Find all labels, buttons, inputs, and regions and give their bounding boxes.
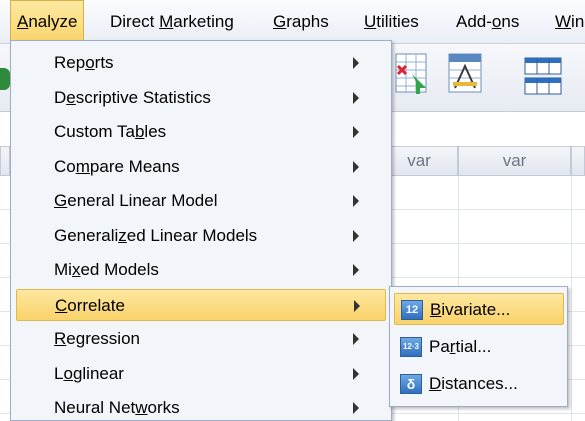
menu-graphs-mnemonic: G [273, 12, 287, 31]
menu-bar: Analyze Direct Marketing Graphs Utilitie… [0, 0, 585, 44]
select-cases-icon[interactable] [392, 52, 432, 96]
menu-analyze-mnemonic: A [17, 12, 29, 31]
menu-item-neural-networks[interactable]: Neural Networks [16, 392, 386, 421]
menu-window-mnemonic: W [555, 12, 572, 31]
toolbar-edge-icon [0, 68, 10, 90]
submenu-arrow-icon [353, 402, 359, 414]
menu-item-label: Custom Tables [54, 122, 167, 141]
menu-item-label: General Linear Model [54, 191, 218, 210]
menu-utilities[interactable]: Utilities [364, 0, 419, 44]
split-file-icon[interactable] [523, 52, 563, 96]
submenu-item-partial[interactable]: 12·3 Partial... [394, 331, 564, 363]
partial-icon: 12·3 [400, 337, 422, 357]
distances-icon: δ [400, 374, 422, 394]
menu-item-compare-means[interactable]: Compare Means [16, 151, 386, 183]
menu-item-mixed-models[interactable]: Mixed Models [16, 254, 386, 286]
analyze-menu: Reports Descriptive Statistics Custom Ta… [10, 40, 392, 421]
bivariate-icon: 12 [401, 300, 423, 320]
submenu-item-label: Bivariate... [430, 300, 511, 319]
menu-graphs[interactable]: Graphs [273, 0, 329, 44]
submenu-arrow-icon [353, 126, 359, 138]
menu-item-label: Compare Means [54, 157, 180, 176]
menu-utilities-mnemonic: U [364, 12, 377, 31]
grid-col-line [571, 176, 572, 421]
menu-item-reports[interactable]: Reports [16, 47, 386, 79]
menu-utilities-label: tilities [376, 12, 419, 31]
menu-add-ons[interactable]: Add-ons [456, 0, 519, 44]
submenu-item-distances[interactable]: δ Distances... [394, 368, 564, 400]
menu-item-custom-tables[interactable]: Custom Tables [16, 116, 386, 148]
menu-item-correlate[interactable]: Correlate [16, 289, 386, 321]
menu-item-label: Mixed Models [54, 260, 159, 279]
submenu-arrow-icon [353, 230, 359, 242]
correlate-submenu: 12 Bivariate... 12·3 Partial... δ Distan… [389, 286, 568, 407]
menu-direct-marketing[interactable]: Direct Marketing [110, 0, 234, 44]
submenu-arrow-icon [353, 57, 359, 69]
menu-analyze[interactable]: Analyze [10, 0, 85, 44]
menu-direct-marketing-mnemonic: M [159, 12, 174, 31]
menu-add-ons-mnemonic: o [491, 12, 502, 31]
menu-item-label: Descriptive Statistics [54, 88, 211, 107]
submenu-item-label: Partial... [429, 337, 492, 356]
menu-window-label: in [571, 12, 585, 31]
menu-item-label: Loglinear [54, 364, 124, 383]
submenu-arrow-icon [353, 368, 359, 380]
menu-item-generalized-linear-models[interactable]: Generalized Linear Models [16, 220, 386, 252]
submenu-item-bivariate[interactable]: 12 Bivariate... [394, 293, 564, 325]
menu-item-label: Reports [54, 53, 114, 72]
menu-item-label: Correlate [55, 296, 125, 315]
weight-cases-icon[interactable] [445, 52, 485, 96]
menu-graphs-label: raphs [286, 12, 329, 31]
grid-column-header[interactable] [571, 146, 585, 176]
menu-add-ons-label: ns [501, 12, 520, 31]
submenu-item-label: Distances... [429, 374, 518, 393]
menu-item-general-linear-model[interactable]: General Linear Model [16, 185, 386, 217]
menu-add-ons-pre: Add- [456, 12, 492, 31]
grid-corner [0, 146, 10, 176]
menu-item-label: Regression [54, 329, 140, 348]
menu-item-loglinear[interactable]: Loglinear [16, 358, 386, 390]
menu-direct-marketing-pre: Direct [110, 12, 160, 31]
grid-column-header[interactable]: var [458, 146, 571, 176]
menu-window[interactable]: Win [555, 0, 584, 44]
menu-item-regression[interactable]: Regression [16, 323, 386, 355]
submenu-arrow-icon [353, 161, 359, 173]
menu-analyze-label: nalyze [28, 12, 78, 31]
menu-item-label: Neural Networks [54, 398, 180, 417]
menu-direct-marketing-label: arketing [173, 12, 234, 31]
submenu-arrow-icon [353, 333, 359, 345]
submenu-arrow-icon [353, 264, 359, 276]
submenu-arrow-icon [354, 300, 360, 312]
menu-item-descriptive-statistics[interactable]: Descriptive Statistics [16, 82, 386, 114]
submenu-arrow-icon [353, 195, 359, 207]
submenu-arrow-icon [353, 92, 359, 104]
menu-item-label: Generalized Linear Models [54, 226, 258, 245]
